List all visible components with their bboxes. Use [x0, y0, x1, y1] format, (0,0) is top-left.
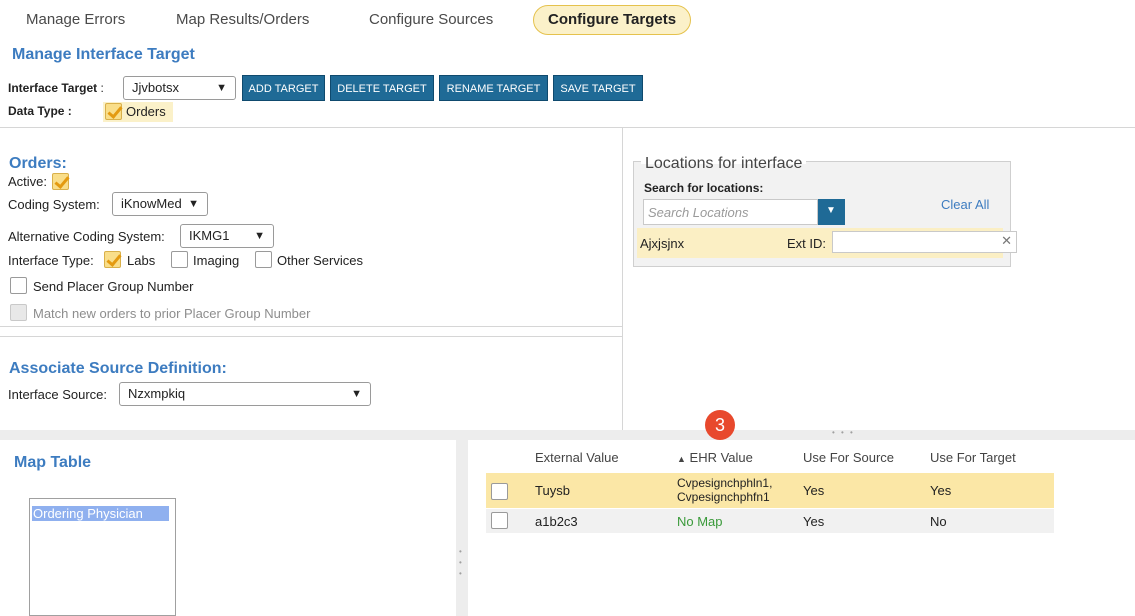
data-type-label: Data Type :	[8, 104, 72, 118]
search-locations-label: Search for locations:	[644, 181, 764, 195]
orders-title: Orders:	[9, 155, 67, 172]
interface-target-select[interactable]: Jjvbotsx ▼	[123, 76, 236, 100]
cell-external: a1b2c3	[535, 514, 578, 529]
ext-id-label: Ext ID:	[787, 236, 827, 251]
tab-manage-errors[interactable]: Manage Errors	[26, 5, 125, 35]
imaging-label: Imaging	[193, 253, 240, 268]
delete-target-button[interactable]: DELETE TARGET	[330, 75, 434, 101]
imaging-checkbox[interactable]	[171, 251, 188, 268]
search-locations-input[interactable]: Search Locations	[643, 199, 818, 225]
data-type-value: Orders	[126, 104, 166, 119]
splitter-grip-icon: • • •	[832, 428, 855, 437]
clear-x-icon[interactable]: ✕	[1001, 233, 1012, 249]
row-select-checkbox[interactable]	[491, 483, 508, 500]
coding-system-label: Coding System:	[8, 197, 100, 212]
match-orders-checkbox	[10, 304, 27, 321]
coding-system-select[interactable]: iKnowMed ▼	[112, 192, 208, 216]
active-label: Active:	[8, 174, 48, 189]
horizontal-splitter[interactable]: • • •	[0, 428, 1135, 440]
cell-ehr: Cvpesignchphln1, Cvpesignchphfn1	[677, 476, 773, 504]
chevron-down-icon: ▼	[826, 205, 836, 216]
vertical-splitter[interactable]: • • •	[456, 440, 468, 616]
labs-label: Labs	[127, 253, 156, 268]
interface-source-label: Interface Source:	[8, 387, 107, 402]
save-target-button[interactable]: SAVE TARGET	[553, 75, 643, 101]
send-placer-label: Send Placer Group Number	[33, 279, 194, 294]
rename-target-button[interactable]: RENAME TARGET	[439, 75, 548, 101]
vertical-divider	[622, 128, 623, 430]
interface-target-label: Interface Target :	[8, 81, 104, 95]
col-header-use-source[interactable]: Use For Source	[803, 450, 894, 465]
alt-coding-system-select[interactable]: IKMG1 ▼	[180, 224, 274, 248]
add-target-button[interactable]: ADD TARGET	[242, 75, 325, 101]
tab-configure-targets[interactable]: Configure Targets	[533, 5, 692, 35]
labs-checkbox[interactable]	[104, 251, 121, 268]
map-table-title: Map Table	[14, 454, 92, 471]
chevron-down-icon: ▼	[351, 388, 362, 400]
chevron-down-icon: ▼	[216, 82, 227, 94]
divider	[0, 326, 622, 327]
associate-source-title: Associate Source Definition:	[9, 360, 227, 377]
interface-type-label: Interface Type:	[8, 253, 94, 268]
col-header-external[interactable]: External Value	[535, 450, 619, 465]
search-placeholder: Search Locations	[648, 205, 749, 220]
top-tabs: Manage Errors Map Results/Orders Configu…	[0, 0, 1135, 38]
cell-external: Tuysb	[535, 483, 570, 498]
chevron-down-icon: ▼	[188, 198, 199, 210]
tab-map-results-orders[interactable]: Map Results/Orders	[176, 5, 309, 35]
splitter-grip-icon: • • •	[459, 547, 462, 578]
match-orders-label: Match new orders to prior Placer Group N…	[33, 306, 311, 321]
clear-all-link[interactable]: Clear All	[941, 197, 989, 212]
cell-use-source: Yes	[803, 483, 825, 498]
search-dropdown-button[interactable]: ▼	[818, 199, 845, 225]
divider	[0, 127, 1135, 128]
cell-use-target: No	[930, 514, 947, 529]
divider	[0, 336, 622, 337]
alt-coding-system-label: Alternative Coding System:	[8, 229, 165, 244]
sort-asc-icon: ▲	[677, 454, 686, 464]
send-placer-checkbox[interactable]	[10, 277, 27, 294]
orders-datatype-checkbox[interactable]	[105, 103, 122, 120]
col-header-use-target[interactable]: Use For Target	[930, 450, 1016, 465]
manage-target-title: Manage Interface Target	[12, 46, 195, 63]
location-name: Ajxjsjnx	[640, 236, 685, 251]
chevron-down-icon: ▼	[254, 230, 265, 242]
row-select-checkbox[interactable]	[491, 512, 508, 529]
other-services-checkbox[interactable]	[255, 251, 272, 268]
step-badge: 3	[705, 410, 735, 440]
active-checkbox[interactable]	[52, 173, 69, 190]
map-type-list[interactable]: Ordering Physician	[29, 498, 176, 616]
interface-source-select[interactable]: Nzxmpkiq ▼	[119, 382, 371, 406]
tab-configure-sources[interactable]: Configure Sources	[369, 5, 493, 35]
cell-ehr-no-map[interactable]: No Map	[677, 514, 723, 529]
list-item[interactable]: Ordering Physician	[32, 506, 169, 521]
other-services-label: Other Services	[277, 253, 363, 268]
cell-use-target: Yes	[930, 483, 952, 498]
col-header-ehr[interactable]: ▲ EHR Value	[677, 450, 753, 465]
ext-id-input[interactable]: ✕	[832, 231, 1017, 253]
locations-title: Locations for interface	[641, 155, 807, 173]
cell-use-source: Yes	[803, 514, 825, 529]
